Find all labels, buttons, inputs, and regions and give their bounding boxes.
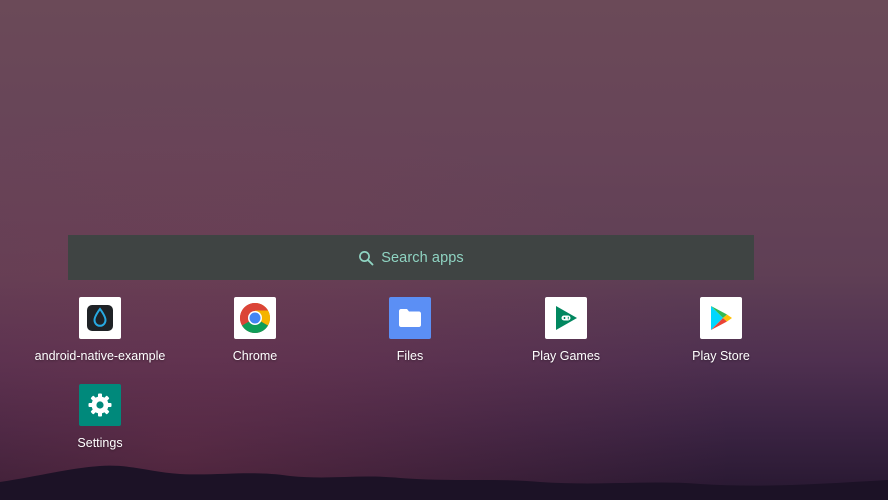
play-store-icon (700, 297, 742, 339)
gear-icon (79, 384, 121, 426)
search-apps-label: Search apps (381, 249, 464, 266)
app-android-native-example[interactable]: android-native-example (22, 297, 178, 377)
search-apps-bar[interactable]: Search apps (68, 235, 754, 280)
app-chrome[interactable]: Chrome (177, 297, 333, 377)
app-label: android-native-example (34, 349, 166, 363)
play-games-icon (545, 297, 587, 339)
app-label: Chrome (232, 349, 278, 363)
app-settings[interactable]: Settings (22, 384, 178, 464)
search-icon (358, 250, 374, 266)
folder-icon (389, 297, 431, 339)
app-play-store[interactable]: Play Store (643, 297, 799, 377)
app-label: Play Games (531, 349, 601, 363)
app-label: Files (396, 349, 424, 363)
drop-icon (79, 297, 121, 339)
chrome-icon (234, 297, 276, 339)
app-files[interactable]: Files (332, 297, 488, 377)
app-play-games[interactable]: Play Games (488, 297, 644, 377)
app-label: Settings (77, 436, 123, 450)
app-label: Play Store (692, 349, 750, 363)
